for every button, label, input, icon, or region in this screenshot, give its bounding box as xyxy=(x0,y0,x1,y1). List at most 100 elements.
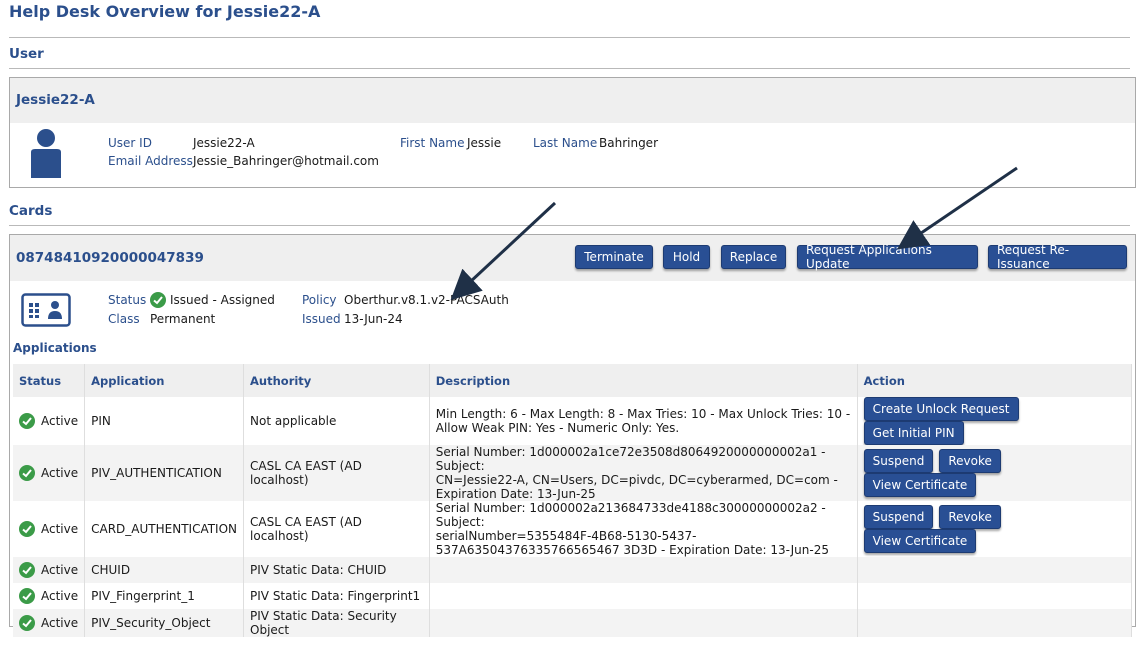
table-row: Active PIV_Security_Object PIV Static Data… xyxy=(13,609,1133,637)
cell-action xyxy=(857,583,1133,609)
card-status-text: Issued - Assigned xyxy=(170,293,275,307)
check-circle-icon xyxy=(19,465,35,481)
person-icon xyxy=(29,128,63,181)
cell-status: Active xyxy=(13,397,86,445)
hold-button[interactable]: Hold xyxy=(663,245,710,269)
cell-application: CHUID xyxy=(84,557,245,583)
cell-description: Min Length: 6 - Max Length: 8 - Max Trie… xyxy=(429,397,858,445)
user-id-value: Jessie22-A xyxy=(193,136,255,150)
col-description: Description xyxy=(429,364,858,397)
col-application: Application xyxy=(84,364,245,397)
cell-status: Active xyxy=(13,583,86,609)
table-row: Active CARD_AUTHENTICATION CASL CA EAST (A… xyxy=(13,501,1133,557)
cell-application: CARD_AUTHENTICATION xyxy=(84,501,245,557)
cell-status: Active xyxy=(13,609,86,637)
check-circle-icon xyxy=(19,413,35,429)
cell-authority: PIV Static Data: Fingerprint1 xyxy=(243,583,430,609)
status-text: Active xyxy=(41,466,79,480)
cell-description xyxy=(429,609,858,637)
cell-action: Suspend RevokeView Certificate xyxy=(857,445,1133,501)
policy-label: Policy xyxy=(302,293,337,307)
replace-button[interactable]: Replace xyxy=(721,245,786,269)
cell-status: Active xyxy=(13,445,86,501)
view-certificate-button[interactable]: View Certificate xyxy=(863,529,977,553)
suspend-button[interactable]: Suspend xyxy=(863,505,934,529)
description-line: Serial Number: 1d000002a1ce72e3508d80649… xyxy=(435,445,826,473)
description-line: Expiration Date: 13-Jun-25 xyxy=(435,487,596,501)
request-applications-update-button[interactable]: Request Applications Update xyxy=(797,243,978,271)
check-circle-icon xyxy=(19,562,35,578)
user-section-title: User xyxy=(9,46,44,62)
last-name-value: Bahringer xyxy=(599,136,658,150)
status-label: Status xyxy=(108,293,147,307)
divider xyxy=(9,225,1130,226)
cell-application: PIN xyxy=(84,397,245,445)
cell-description xyxy=(429,557,858,583)
card-status: Issued - Assigned xyxy=(150,292,275,308)
class-value: Permanent xyxy=(150,312,216,326)
cell-description: Serial Number: 1d000002a1ce72e3508d80649… xyxy=(429,445,858,501)
get-initial-pin-button[interactable]: Get Initial PIN xyxy=(863,421,964,445)
policy-value: Oberthur.v8.1.v2-PACSAuth xyxy=(344,293,509,307)
cell-application: PIV_Fingerprint_1 xyxy=(84,583,245,609)
divider xyxy=(9,68,1130,69)
class-label: Class xyxy=(108,312,140,326)
cell-action: Suspend RevokeView Certificate xyxy=(857,501,1133,557)
description-line: Serial Number: 1d000002a213684733de4188c… xyxy=(435,501,826,529)
revoke-button[interactable]: Revoke xyxy=(939,449,1001,473)
status-text: Active xyxy=(41,414,79,428)
description-line: Min Length: 6 - Max Length: 8 - Max Trie… xyxy=(435,407,851,421)
divider xyxy=(9,37,1130,38)
cell-description: Serial Number: 1d000002a213684733de4188c… xyxy=(429,501,858,557)
suspend-button[interactable]: Suspend xyxy=(863,449,934,473)
table-row: Active PIN Not applicable Min Length: 6 - M… xyxy=(13,397,1133,445)
terminate-button[interactable]: Terminate xyxy=(575,245,653,269)
check-circle-icon xyxy=(150,292,166,308)
first-name-label: First Name xyxy=(400,136,465,150)
revoke-button[interactable]: Revoke xyxy=(939,505,1001,529)
cell-status: Active xyxy=(13,501,86,557)
cell-authority: PIV Static Data: CHUID xyxy=(243,557,430,583)
description-line: serialNumber=5355484F-4B68-5130-5437- xyxy=(435,529,697,543)
user-name: Jessie22-A xyxy=(16,92,95,108)
id-card-icon xyxy=(21,293,71,330)
user-panel-header: Jessie22-A xyxy=(10,78,1135,123)
cell-authority: PIV Static Data: Security Object xyxy=(243,609,430,637)
check-circle-icon xyxy=(19,521,35,537)
cell-application: PIV_Security_Object xyxy=(84,609,245,637)
table-header-row: Status Application Authority Description… xyxy=(13,364,1133,397)
table-row: Active CHUID PIV Static Data: CHUID xyxy=(13,557,1133,583)
applications-table: Status Application Authority Description… xyxy=(13,364,1133,637)
create-unlock-request-button[interactable]: Create Unlock Request xyxy=(863,397,1019,421)
status-text: Active xyxy=(41,522,79,536)
request-reissuance-button[interactable]: Request Re-Issuance xyxy=(988,243,1127,271)
cell-description xyxy=(429,583,858,609)
col-authority: Authority xyxy=(243,364,430,397)
cell-action: Create Unlock RequestGet Initial PIN xyxy=(857,397,1133,445)
description-line: CN=Jessie22-A, CN=Users, DC=pivdc, DC=cy… xyxy=(435,473,838,487)
page-title: Help Desk Overview for Jessie22-A xyxy=(9,2,321,21)
cell-authority: CASL CA EAST (AD localhost) xyxy=(243,445,430,501)
col-status: Status xyxy=(13,364,86,397)
email-value: Jessie_Bahringer@hotmail.com xyxy=(193,154,379,168)
card-number: 08748410920000047839 xyxy=(16,250,204,266)
cell-status: Active xyxy=(13,557,86,583)
issued-value: 13-Jun-24 xyxy=(344,312,403,326)
last-name-label: Last Name xyxy=(533,136,598,150)
first-name-value: Jessie xyxy=(467,136,502,150)
description-line: 537A63504376335766565467 3D3D - Expirati… xyxy=(435,543,829,557)
view-certificate-button[interactable]: View Certificate xyxy=(863,473,977,497)
user-id-label: User ID xyxy=(108,136,152,150)
email-label: Email Address xyxy=(108,154,193,168)
cell-authority: CASL CA EAST (AD localhost) xyxy=(243,501,430,557)
status-text: Active xyxy=(41,616,79,630)
table-row: Active PIV_AUTHENTICATION CASL CA EAST (AD… xyxy=(13,445,1133,501)
cell-application: PIV_AUTHENTICATION xyxy=(84,445,245,501)
table-row: Active PIV_Fingerprint_1 PIV Static Data: … xyxy=(13,583,1133,609)
cell-authority: Not applicable xyxy=(243,397,430,445)
issued-label: Issued xyxy=(302,312,341,326)
col-action: Action xyxy=(857,364,1133,397)
status-text: Active xyxy=(41,589,79,603)
check-circle-icon xyxy=(19,615,35,631)
cell-action xyxy=(857,557,1133,583)
